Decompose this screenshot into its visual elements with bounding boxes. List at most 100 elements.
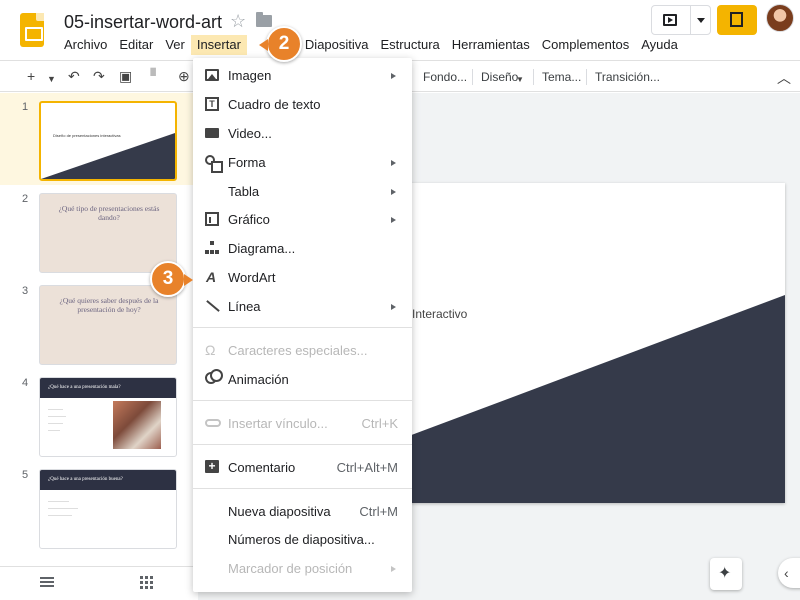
menu-item-shortcut: Ctrl+K [361, 416, 398, 431]
menu-item-diagrama[interactable]: Diagrama... [193, 234, 412, 262]
slide-filmstrip: 1 Diseño de presentaciones interactivas … [0, 93, 197, 600]
comment-icon: + [205, 460, 219, 473]
menu-item-forma[interactable]: Forma [193, 148, 412, 176]
print-icon[interactable]: ▣ [119, 68, 132, 84]
new-slide-button[interactable]: + [27, 68, 35, 84]
collapse-toolbar-icon[interactable]: ︿ [777, 68, 791, 88]
avatar[interactable] [766, 4, 794, 32]
filmstrip-footer [0, 566, 197, 600]
menu-item-tabla[interactable]: Tabla [193, 177, 412, 205]
menu-estructura[interactable]: Estructura [375, 35, 446, 55]
menu-item-label: Nueva diapositiva [228, 504, 331, 519]
chevron-left-icon[interactable]: ‹ [778, 558, 800, 588]
menu-item-label: Tabla [228, 184, 260, 199]
chevron-down-icon[interactable]: ▼ [47, 71, 56, 87]
present-button[interactable] [651, 5, 711, 35]
share-button[interactable] [717, 5, 757, 35]
slides-logo-icon[interactable] [20, 13, 44, 47]
menu-item-label: WordArt [228, 270, 276, 285]
transition-button[interactable]: Transición... [595, 70, 660, 84]
submenu-arrow-icon [391, 566, 396, 572]
undo-icon[interactable]: ↶ [68, 68, 80, 84]
menu-item-video[interactable]: Video... [193, 119, 412, 147]
menu-ayuda[interactable]: Ayuda [635, 35, 684, 55]
menu-insertar[interactable]: Insertar [190, 35, 247, 55]
present-divider [690, 6, 691, 34]
chevron-down-icon[interactable] [697, 18, 705, 23]
submenu-arrow-icon [391, 160, 396, 166]
toolbar-divider [472, 69, 473, 85]
menu-item-imagen[interactable]: Imagen [193, 61, 412, 89]
menu-complementos[interactable]: Complementos [536, 35, 635, 55]
insert-menu: Imagen T Cuadro de texto Video... Forma … [193, 58, 412, 592]
slide-preview[interactable]: ¿Qué tipo de presentaciones estás dando? [39, 193, 177, 273]
slide-preview[interactable]: ¿Qué quieres saber después de la present… [39, 285, 177, 365]
slide-thumbnail[interactable]: 5 ¿Qué hace a una presentación buena? ——… [0, 461, 197, 553]
link-icon [205, 419, 221, 427]
wordart-icon: A [206, 269, 217, 285]
zoom-icon[interactable]: ⊕ [178, 68, 190, 84]
menu-diapositiva[interactable]: Diapositiva [299, 35, 375, 55]
slide-subtitle[interactable]: Interactivo [412, 307, 467, 321]
omega-icon: Ω [205, 342, 216, 358]
theme-button[interactable]: Tema... [542, 70, 581, 84]
menu-item-grafico[interactable]: Gráfico [193, 205, 412, 233]
folder-icon[interactable] [256, 12, 272, 27]
menu-editar[interactable]: Editar [113, 35, 159, 55]
menu-item-numeros-de-diapositiva[interactable]: Números de diapositiva... [193, 525, 412, 553]
diagram-icon [205, 241, 219, 255]
chevron-down-icon[interactable]: ▼ [516, 72, 524, 88]
menu-item-comentario[interactable]: + Comentario Ctrl+Alt+M [193, 453, 412, 481]
menu-ver[interactable]: Ver [159, 35, 191, 55]
organization-icon [730, 12, 743, 27]
animation-icon [205, 369, 223, 384]
slide-header: ¿Qué hace a una presentación buena? [40, 470, 176, 490]
chart-icon [205, 212, 219, 226]
background-button[interactable]: Fondo... [423, 70, 467, 84]
slide-thumbnail[interactable]: 1 Diseño de presentaciones interactivas [0, 93, 197, 185]
slide-preview[interactable]: ¿Qué hace a una presentación buena? ————… [39, 469, 177, 549]
slide-number: 3 [22, 285, 29, 297]
slide-title: ¿Qué quieres saber después de la present… [59, 296, 159, 314]
shape-icon [205, 155, 223, 173]
grid-view-icon[interactable] [140, 576, 153, 589]
menu-archivo[interactable]: Archivo [58, 35, 113, 55]
toolbar-divider [586, 69, 587, 85]
list-view-icon[interactable] [40, 577, 54, 587]
menu-item-animacion[interactable]: Animación [193, 365, 412, 393]
line-icon [206, 300, 220, 312]
slide-preview[interactable]: Diseño de presentaciones interactivas [39, 101, 177, 181]
slide-bullets: ————— —————— ————— ———— [48, 407, 66, 432]
document-title[interactable]: 05-insertar-word-art [64, 12, 222, 33]
menu-item-label: Animación [228, 372, 289, 387]
menu-item-marcador-de-posicion: Marcador de posición [193, 554, 412, 582]
menu-separator [193, 400, 412, 401]
slide-number: 2 [22, 193, 29, 205]
menu-herramientas[interactable]: Herramientas [446, 35, 536, 55]
slide-diagonal-shape [41, 133, 175, 179]
menu-item-wordart[interactable]: A WordArt [193, 263, 412, 291]
slide-number: 1 [22, 101, 29, 113]
star-icon[interactable]: ☆ [230, 11, 246, 32]
menu-item-nueva-diapositiva[interactable]: Nueva diapositiva Ctrl+M [193, 497, 412, 525]
menu-item-shortcut: Ctrl+Alt+M [336, 460, 398, 475]
menu-item-label: Video... [228, 126, 272, 141]
menu-item-linea[interactable]: Línea [193, 292, 412, 320]
menu-item-insertar-vinculo: Insertar vínculo... Ctrl+K [193, 409, 412, 437]
step-3-badge: 3 [150, 261, 193, 297]
menu-separator [193, 488, 412, 489]
redo-icon[interactable]: ↷ [93, 68, 105, 84]
menubar: Archivo Editar Ver Insertar Diapositiva … [58, 35, 684, 55]
design-button[interactable]: Diseño [481, 70, 518, 84]
slide-thumbnail[interactable]: 4 ¿Qué hace a una presentación mala? ———… [0, 369, 197, 461]
slide-title: ¿Qué hace a una presentación buena? [48, 477, 123, 482]
slide-number: 5 [22, 469, 29, 481]
explore-button[interactable] [710, 558, 742, 590]
slide-header: ¿Qué hace a una presentación mala? [40, 378, 176, 398]
menu-item-label: Diagrama... [228, 241, 296, 256]
menu-item-cuadro-de-texto[interactable]: T Cuadro de texto [193, 90, 412, 118]
paint-format-icon[interactable]: ▝ [145, 68, 156, 84]
menu-item-label: Caracteres especiales... [228, 343, 368, 358]
slide-preview[interactable]: ¿Qué hace a una presentación mala? —————… [39, 377, 177, 457]
submenu-arrow-icon [391, 73, 396, 79]
